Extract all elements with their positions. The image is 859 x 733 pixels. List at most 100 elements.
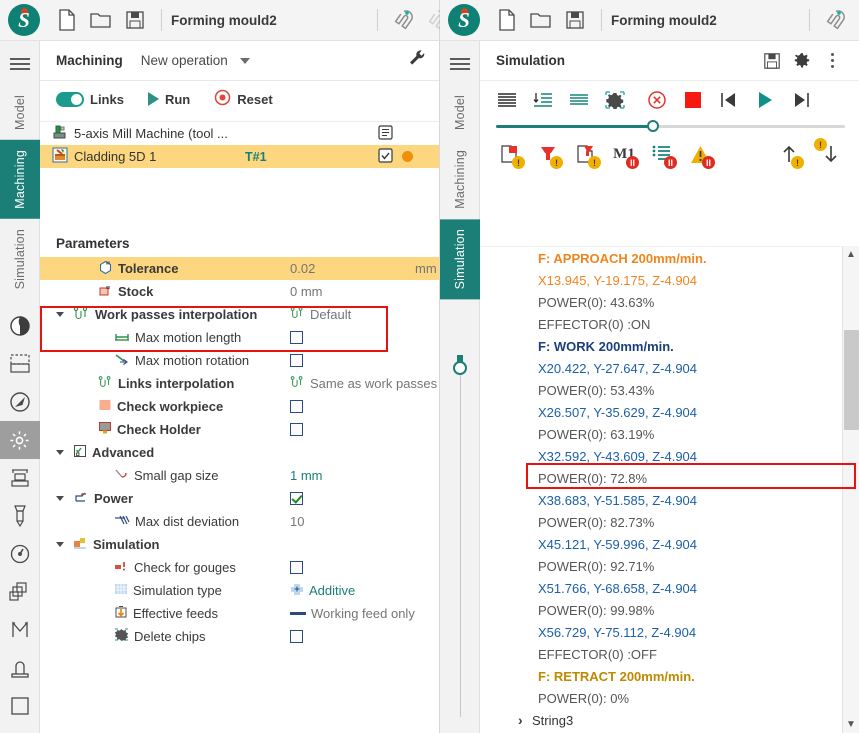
- chevron-down-icon[interactable]: [56, 312, 64, 317]
- param-row-delete-chips[interactable]: Delete chips: [40, 625, 439, 648]
- list-item[interactable]: POWER(0): 43.63%: [480, 291, 859, 313]
- param-row-links-interpolation[interactable]: Links interpolation Same as work passes: [40, 372, 439, 395]
- param-row-small-gap-size[interactable]: Small gap size 1 mm: [40, 464, 439, 487]
- gear-icon[interactable]: [0, 421, 40, 460]
- step-back-icon[interactable]: [712, 83, 746, 117]
- lines-dense-icon[interactable]: [562, 83, 596, 117]
- tree-row-machine[interactable]: 5-axis Mill Machine (tool ...: [40, 122, 439, 145]
- layers-icon[interactable]: [0, 573, 40, 611]
- open-folder-icon[interactable]: [84, 3, 118, 37]
- m1-pause-badge[interactable]: M1 II: [608, 138, 640, 170]
- workpiece-warning-badge[interactable]: !: [494, 138, 526, 170]
- sidebar-item-model[interactable]: Model: [0, 85, 40, 140]
- checkbox[interactable]: [290, 492, 303, 505]
- param-row-max-motion-length[interactable]: Max motion length: [40, 326, 439, 349]
- stock-box-icon[interactable]: [0, 345, 40, 383]
- list-item[interactable]: POWER(0): 72.8%: [480, 467, 859, 489]
- save-icon[interactable]: [757, 46, 787, 76]
- save-icon[interactable]: [558, 3, 592, 37]
- tree-row-cladding[interactable]: Cladding 5D 1 T#1: [40, 145, 439, 168]
- step-down-icon[interactable]: [526, 83, 560, 117]
- play-icon[interactable]: [748, 83, 782, 117]
- links-toggle[interactable]: Links: [56, 91, 138, 107]
- list-item[interactable]: X26.507, Y-35.629, Z-4.904: [480, 401, 859, 423]
- gauge-icon[interactable]: [0, 535, 40, 573]
- hamburger-icon[interactable]: [449, 55, 470, 73]
- sidebar-item-simulation[interactable]: Simulation: [439, 218, 480, 300]
- toggle-switch[interactable]: [56, 91, 84, 107]
- move-down-badge[interactable]: !: [814, 138, 847, 170]
- gear-icon[interactable]: [787, 46, 817, 76]
- new-operation-dropdown-label[interactable]: New operation: [141, 53, 228, 68]
- kebab-menu-icon[interactable]: [817, 46, 847, 76]
- list-item[interactable]: F: RETRACT 200mm/min.: [480, 665, 859, 687]
- param-value[interactable]: 10: [290, 514, 304, 529]
- param-row-stock[interactable]: Stock 0 mm: [40, 280, 439, 303]
- checkbox[interactable]: [290, 331, 303, 344]
- vertical-position-slider[interactable]: [453, 355, 467, 717]
- param-row-power[interactable]: Power: [40, 487, 439, 510]
- chevron-down-icon[interactable]: [56, 450, 64, 455]
- list-item[interactable]: EFFECTOR(0) :OFF: [480, 643, 859, 665]
- list-scrollbar[interactable]: ▲ ▼: [842, 246, 859, 733]
- reset-button[interactable]: Reset: [214, 89, 286, 109]
- sidebar-item-machining[interactable]: Machining: [440, 140, 480, 219]
- list-item[interactable]: X51.766, Y-68.658, Z-4.904: [480, 577, 859, 599]
- param-row-simulation-type[interactable]: Simulation type Additive: [40, 579, 439, 602]
- compass-icon[interactable]: [0, 383, 40, 421]
- checkbox[interactable]: [290, 423, 303, 436]
- param-row-max-dist-deviation[interactable]: Max dist deviation 10: [40, 510, 439, 533]
- param-row-advanced[interactable]: Advanced: [40, 441, 439, 464]
- list-item[interactable]: EFFECTOR(0) :ON: [480, 313, 859, 335]
- list-item[interactable]: › String3: [480, 709, 859, 731]
- param-value-wrap[interactable]: Additive: [290, 583, 355, 599]
- chevron-down-icon[interactable]: [56, 496, 64, 501]
- list-item[interactable]: X13.945, Y-19.175, Z-4.904: [480, 269, 859, 291]
- slider-knob[interactable]: [453, 361, 467, 375]
- list-item[interactable]: X45.121, Y-59.996, Z-4.904: [480, 533, 859, 555]
- list-item[interactable]: X32.592, Y-43.609, Z-4.904: [480, 445, 859, 467]
- machine-setup-icon[interactable]: [0, 459, 40, 497]
- chevron-right-icon[interactable]: ›: [518, 712, 523, 728]
- list-icon[interactable]: [378, 124, 393, 143]
- tool-warning-badge[interactable]: !: [532, 138, 564, 170]
- square-icon[interactable]: [0, 687, 40, 725]
- checkbox-icon[interactable]: [378, 147, 393, 166]
- param-value-wrap[interactable]: Same as work passes: [290, 375, 437, 392]
- holder-warning-badge[interactable]: !: [570, 138, 602, 170]
- fixture-icon[interactable]: [0, 649, 40, 687]
- tool-icon[interactable]: [0, 497, 40, 535]
- simulation-progress-slider[interactable]: [480, 119, 859, 132]
- sidebar-item-simulation[interactable]: Simulation: [0, 219, 40, 299]
- new-file-icon[interactable]: [50, 3, 84, 37]
- save-icon[interactable]: [118, 3, 152, 37]
- lines-all-icon[interactable]: [490, 83, 524, 117]
- m-letter-icon[interactable]: [0, 611, 40, 649]
- param-row-max-motion-rotation[interactable]: Max motion rotation: [40, 349, 439, 372]
- list-item[interactable]: F: APPROACH 200mm/min.: [480, 247, 859, 269]
- param-row-check-holder[interactable]: Check Holder: [40, 418, 439, 441]
- checkbox[interactable]: [290, 354, 303, 367]
- param-value[interactable]: 0 mm: [290, 284, 323, 299]
- sidebar-item-machining[interactable]: Machining: [0, 140, 40, 219]
- run-button[interactable]: Run: [147, 92, 204, 107]
- stop-square-icon[interactable]: [676, 83, 710, 117]
- chevron-down-icon[interactable]: [239, 57, 250, 64]
- param-row-check-for-gouges[interactable]: Check for gouges: [40, 556, 439, 579]
- checkbox[interactable]: [290, 400, 303, 413]
- magnet-icon[interactable]: [387, 3, 421, 37]
- checkbox[interactable]: [290, 630, 303, 643]
- checkbox[interactable]: [290, 561, 303, 574]
- list-item[interactable]: X38.683, Y-51.585, Z-4.904: [480, 489, 859, 511]
- param-value[interactable]: 1 mm: [290, 468, 323, 483]
- slider-knob[interactable]: [647, 120, 660, 132]
- open-folder-icon[interactable]: [524, 3, 558, 37]
- list-item[interactable]: POWER(0): 82.73%: [480, 511, 859, 533]
- list-pause-badge[interactable]: II: [646, 138, 678, 170]
- list-item[interactable]: POWER(0): 0%: [480, 687, 859, 709]
- list-item[interactable]: X20.422, Y-27.647, Z-4.904: [480, 357, 859, 379]
- list-item[interactable]: F: WORK 200mm/min.: [480, 335, 859, 357]
- list-item[interactable]: POWER(0): 99.98%: [480, 599, 859, 621]
- alert-pause-badge[interactable]: II: [684, 138, 716, 170]
- scroll-down-arrow[interactable]: ▼: [843, 716, 859, 733]
